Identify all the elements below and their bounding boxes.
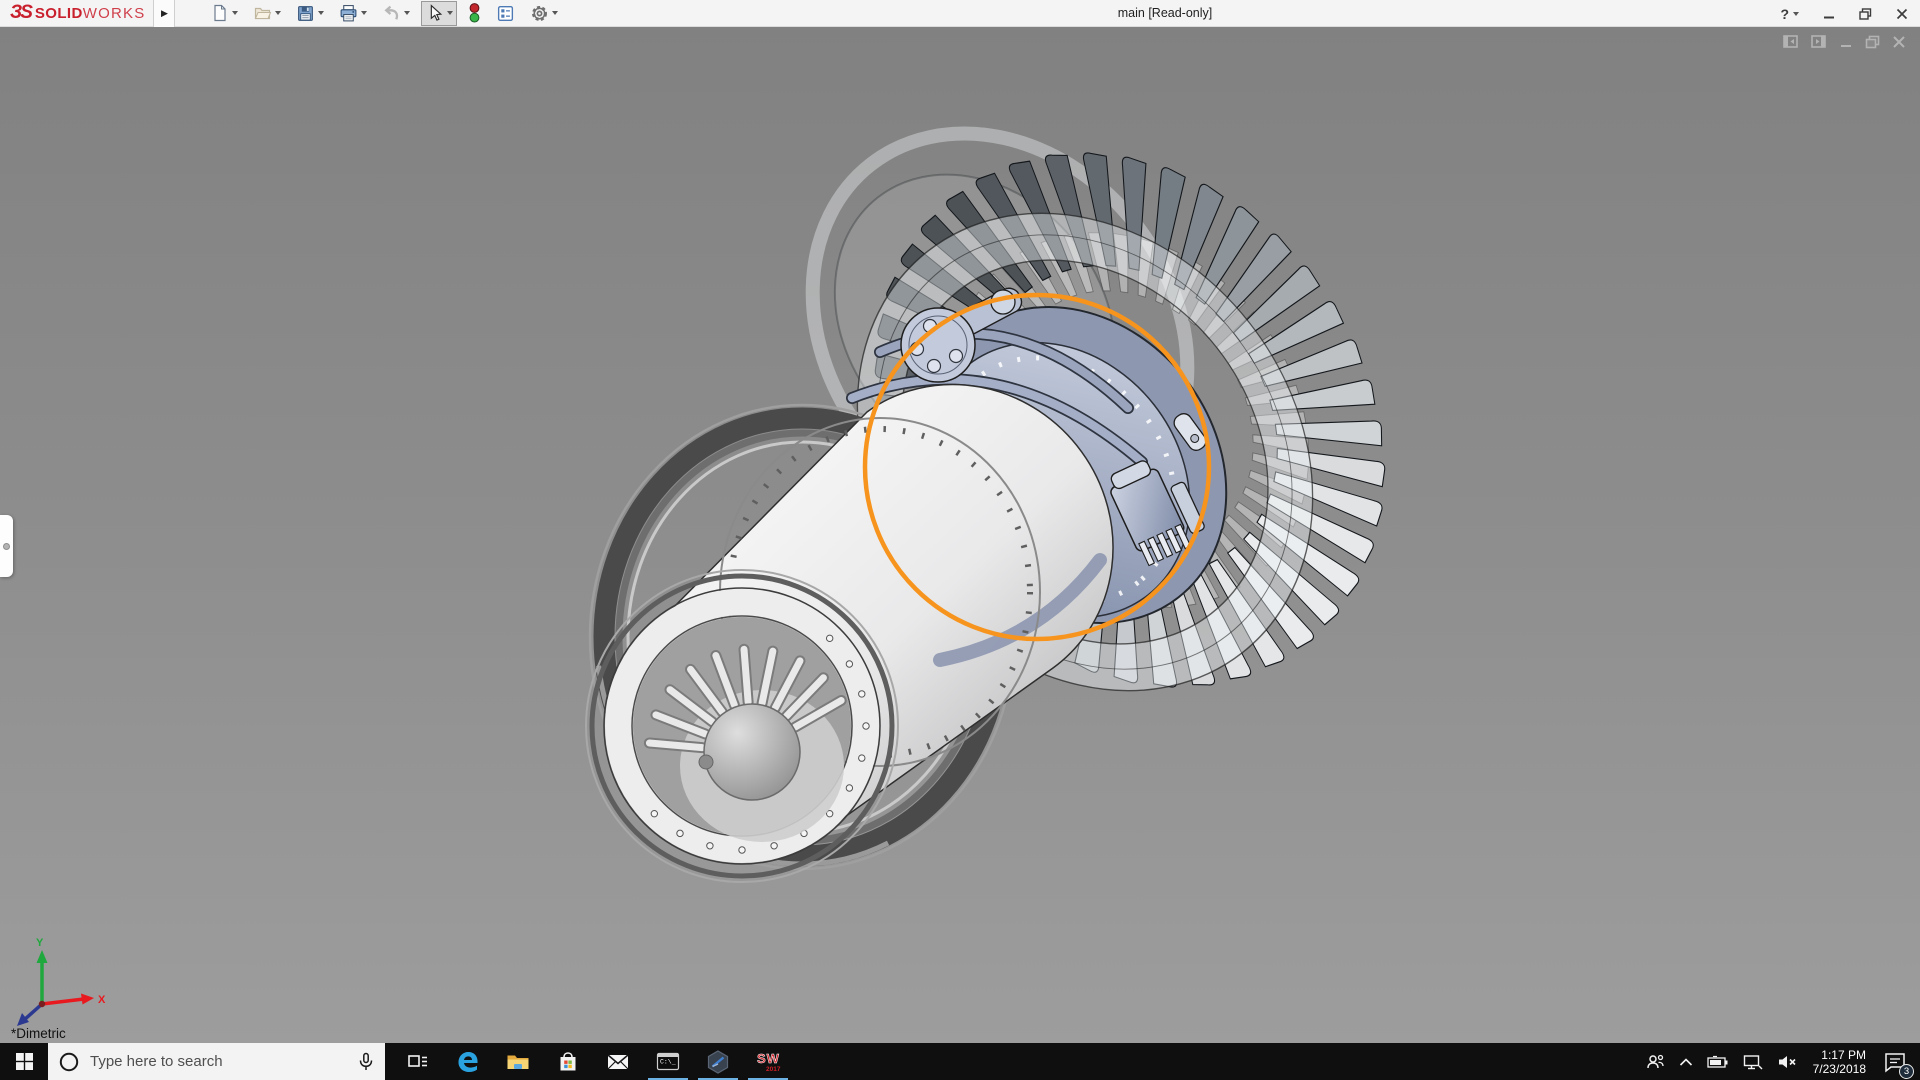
options-button[interactable] <box>526 1 562 26</box>
undo-button[interactable] <box>378 1 414 26</box>
action-center-button[interactable]: 3 <box>1880 1047 1910 1077</box>
clock-time: 1:17 PM <box>1813 1048 1866 1062</box>
tab-handle-dot <box>3 543 10 550</box>
edge-browser-icon <box>455 1049 481 1075</box>
taskbar-icon-solidworks[interactable]: SW2017 <box>743 1043 793 1080</box>
main-toolbar <box>207 0 562 27</box>
file-properties-button[interactable] <box>492 1 519 26</box>
network-status[interactable] <box>1743 1054 1763 1070</box>
taskbar-icon-file-explorer[interactable] <box>493 1043 543 1080</box>
print-button[interactable] <box>335 1 371 26</box>
task-view-icon <box>406 1050 430 1074</box>
help-button[interactable]: ? <box>1780 6 1799 22</box>
search-placeholder-text: Type here to search <box>90 1053 347 1070</box>
microphone-icon[interactable] <box>357 1052 375 1072</box>
hub-cone <box>704 704 800 800</box>
triad-y-label: Y <box>36 937 44 949</box>
dropdown-caret[interactable] <box>232 11 238 15</box>
minimize-button[interactable] <box>1823 8 1835 20</box>
close-button[interactable] <box>1896 8 1908 20</box>
hexagon-app-icon <box>705 1049 731 1075</box>
select-cursor-icon <box>425 4 444 23</box>
graphics-viewport[interactable]: Y X *Dimetric <box>0 27 1920 1043</box>
taskbar-app-icons: C:\_ SW2017 <box>393 1043 793 1080</box>
cortana-circle-icon <box>58 1051 80 1073</box>
feature-manager-collapsed-tab[interactable] <box>0 515 13 577</box>
gear-icon <box>530 4 549 23</box>
svg-text:SW: SW <box>757 1051 780 1066</box>
taskbar-search[interactable]: Type here to search <box>48 1043 385 1080</box>
save-floppy-icon <box>296 4 315 23</box>
rebuild-button[interactable] <box>464 0 485 26</box>
microsoft-store-icon <box>556 1050 580 1074</box>
new-document-icon <box>211 4 229 22</box>
titlebar-window-controls: ? <box>1780 0 1908 27</box>
notification-badge: 3 <box>1899 1064 1914 1079</box>
restore-button[interactable] <box>1859 8 1872 20</box>
taskbar-icon-task-view[interactable] <box>393 1043 443 1080</box>
people-icon <box>1645 1053 1665 1071</box>
tray-clock[interactable]: 1:17 PM 7/23/2018 <box>1813 1048 1866 1076</box>
solidworks-window: ЗSSOLIDWORKS ▶ <box>0 0 1920 1080</box>
taskbar-icon-mail[interactable] <box>593 1043 643 1080</box>
view-orientation-label: *Dimetric <box>11 1026 66 1041</box>
network-icon <box>1743 1054 1763 1070</box>
document-title: main [Read-only] <box>1118 0 1213 27</box>
command-prompt-icon: C:\_ <box>655 1049 681 1075</box>
taskbar-icon-hexagon-app[interactable] <box>693 1043 743 1080</box>
dropdown-caret[interactable] <box>552 11 558 15</box>
traffic-light-icon <box>468 3 481 23</box>
dropdown-caret[interactable] <box>275 11 281 15</box>
file-explorer-icon <box>505 1049 531 1075</box>
tray-overflow-button[interactable] <box>1679 1057 1693 1067</box>
speaker-muted-icon <box>1777 1054 1799 1070</box>
new-document-button[interactable] <box>207 1 242 25</box>
taskbar-icon-command-prompt[interactable]: C:\_ <box>643 1043 693 1080</box>
dropdown-caret[interactable] <box>318 11 324 15</box>
print-icon <box>339 4 358 23</box>
undo-arrow-icon <box>382 4 401 23</box>
document-close-button[interactable] <box>1892 35 1906 49</box>
save-button[interactable] <box>292 1 328 26</box>
orientation-triad: Y X <box>4 932 114 1032</box>
mail-envelope-icon <box>605 1049 631 1075</box>
dropdown-caret[interactable] <box>404 11 410 15</box>
taskbar-icon-store[interactable] <box>543 1043 593 1080</box>
dassault-3ds-glyph: ЗS <box>10 2 31 24</box>
properties-list-icon <box>496 4 515 23</box>
battery-status[interactable] <box>1707 1055 1729 1069</box>
start-button[interactable] <box>0 1043 48 1080</box>
windows-taskbar: Type here to search <box>0 1043 1920 1080</box>
taskbar-icon-edge[interactable] <box>443 1043 493 1080</box>
document-restore-button[interactable] <box>1865 35 1880 49</box>
solidworks-logo: ЗSSOLIDWORKS <box>0 2 145 24</box>
hub-notch <box>699 755 713 769</box>
show-right-pane-button[interactable] <box>1811 35 1827 49</box>
solidworks-2017-icon: SW2017 <box>753 1048 783 1076</box>
volume-status[interactable] <box>1777 1054 1799 1070</box>
triad-x-label: X <box>98 994 106 1006</box>
svg-text:C:\_: C:\_ <box>660 1058 676 1065</box>
svg-text:2017: 2017 <box>766 1066 781 1073</box>
open-folder-icon <box>253 4 272 22</box>
clock-date: 7/23/2018 <box>1813 1062 1866 1076</box>
windows-logo-icon <box>16 1053 33 1070</box>
open-document-button[interactable] <box>249 1 285 25</box>
document-minimize-button[interactable] <box>1839 35 1853 49</box>
dropdown-caret[interactable] <box>361 11 367 15</box>
dropdown-caret[interactable] <box>447 11 453 15</box>
dropdown-caret[interactable] <box>1793 12 1799 16</box>
title-bar: ЗSSOLIDWORKS ▶ <box>0 0 1920 27</box>
system-tray: 1:17 PM 7/23/2018 3 <box>1645 1043 1920 1080</box>
select-tool-button[interactable] <box>421 1 457 26</box>
document-window-controls <box>1783 35 1906 49</box>
engine-3d-model[interactable] <box>0 27 1920 1043</box>
chevron-up-icon <box>1679 1057 1693 1067</box>
battery-icon <box>1707 1055 1729 1069</box>
people-button[interactable] <box>1645 1053 1665 1071</box>
show-left-pane-button[interactable] <box>1783 35 1799 49</box>
menu-flyout-button[interactable]: ▶ <box>153 0 175 27</box>
